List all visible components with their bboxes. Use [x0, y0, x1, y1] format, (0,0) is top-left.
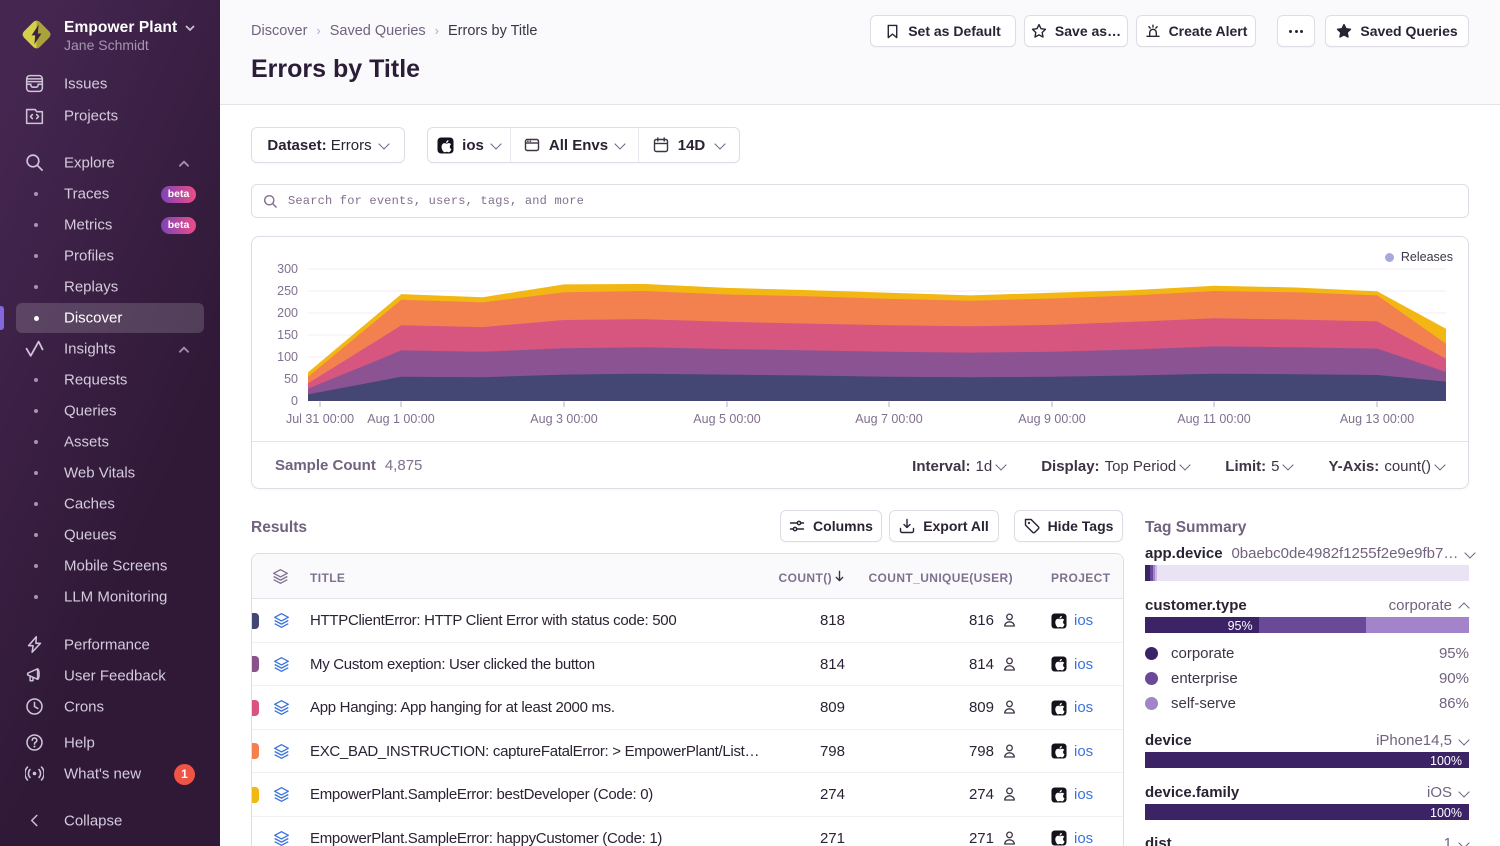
svg-text:Aug 1 00:00: Aug 1 00:00 — [367, 412, 434, 426]
svg-text:Aug 5 00:00: Aug 5 00:00 — [693, 412, 760, 426]
svg-text:Aug 3 00:00: Aug 3 00:00 — [530, 412, 597, 426]
svg-text:0: 0 — [291, 394, 298, 408]
svg-text:Jul 31 00:00: Jul 31 00:00 — [286, 412, 354, 426]
svg-text:Aug 13 00:00: Aug 13 00:00 — [1340, 412, 1414, 426]
svg-text:200: 200 — [277, 306, 298, 320]
svg-text:50: 50 — [284, 372, 298, 386]
svg-text:100: 100 — [277, 350, 298, 364]
svg-text:Aug 11 00:00: Aug 11 00:00 — [1177, 412, 1250, 426]
svg-text:250: 250 — [277, 284, 298, 298]
svg-text:Aug 9 00:00: Aug 9 00:00 — [1018, 412, 1085, 426]
svg-text:300: 300 — [277, 262, 298, 276]
svg-text:Aug 7 00:00: Aug 7 00:00 — [855, 412, 922, 426]
svg-text:150: 150 — [277, 328, 298, 342]
